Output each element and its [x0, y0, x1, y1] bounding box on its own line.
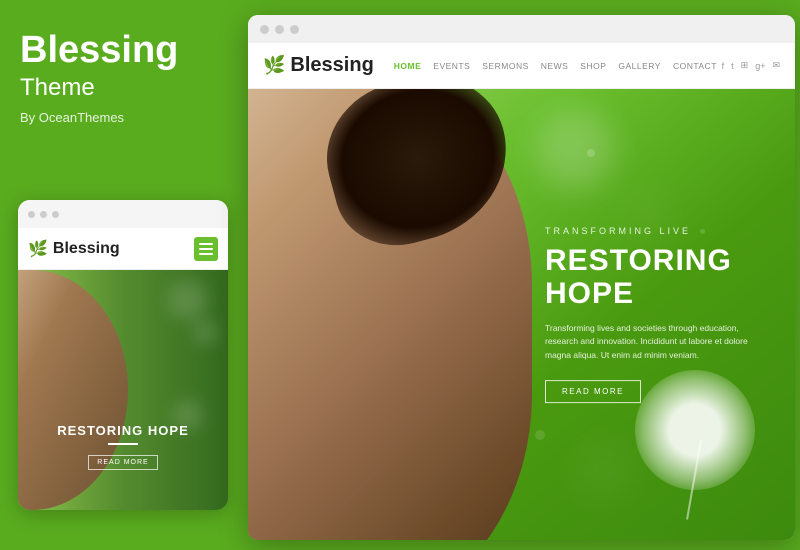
mobile-leaf-icon: 🌿 — [28, 239, 48, 259]
googleplus-icon[interactable]: g+ — [755, 61, 765, 71]
menu-line-3 — [199, 253, 213, 255]
bokeh-sm-3 — [535, 430, 545, 440]
nav-events[interactable]: EVENTS — [433, 61, 470, 71]
desktop-nav-links: HOME EVENTS SERMONS NEWS SHOP GALLERY CO… — [394, 61, 722, 71]
rss-icon[interactable]: ⊞ — [741, 60, 749, 71]
hero-description: Transforming lives and societies through… — [545, 322, 765, 363]
mobile-mockup: 🌿 Blessing RESTORING HOPE READ MORE — [18, 200, 228, 510]
email-icon[interactable]: ✉ — [772, 60, 780, 71]
menu-line-2 — [199, 248, 213, 250]
mobile-dot-3 — [52, 211, 59, 218]
desktop-mockup: 🌿 Blessing HOME EVENTS SERMONS NEWS SHOP… — [248, 15, 795, 540]
mobile-cta-button[interactable]: READ MORE — [88, 455, 157, 470]
nav-contact[interactable]: CONTACT — [673, 61, 717, 71]
desktop-logo-text: Blessing — [290, 54, 373, 77]
mobile-hero-title: RESTORING HOPE — [18, 423, 228, 438]
desktop-dot-1 — [260, 25, 269, 34]
twitter-icon[interactable]: t — [731, 61, 734, 71]
hero-tag: TRANSFORMING LIVE — [545, 226, 765, 236]
mobile-title-bar — [18, 200, 228, 228]
nav-news[interactable]: NEWS — [541, 61, 569, 71]
desktop-dot-2 — [275, 25, 284, 34]
mobile-dot-1 — [28, 211, 35, 218]
dandelion — [625, 430, 765, 540]
mobile-logo: 🌿 Blessing — [28, 239, 120, 259]
nav-sermons[interactable]: SERMONS — [482, 61, 528, 71]
mobile-hero: RESTORING HOPE READ MORE — [18, 270, 228, 510]
mobile-divider — [108, 443, 138, 445]
desktop-dot-3 — [290, 25, 299, 34]
desktop-hero: TRANSFORMING LIVE RESTORING HOPE Transfo… — [248, 89, 795, 540]
nav-shop[interactable]: SHOP — [580, 61, 606, 71]
desktop-title-bar — [248, 15, 795, 43]
desktop-nav-social: f t ⊞ g+ ✉ — [722, 60, 780, 71]
nav-gallery[interactable]: GALLERY — [618, 61, 661, 71]
bokeh-1 — [168, 280, 208, 320]
hero-cta-button[interactable]: READ MORE — [545, 380, 641, 403]
mobile-logo-text: Blessing — [53, 240, 120, 258]
mobile-dot-2 — [40, 211, 47, 218]
desktop-hero-content: TRANSFORMING LIVE RESTORING HOPE Transfo… — [545, 226, 765, 404]
mobile-header: 🌿 Blessing — [18, 228, 228, 270]
bokeh-sm-1 — [587, 149, 595, 157]
mobile-menu-icon[interactable] — [194, 237, 218, 261]
brand-title: Blessing — [20, 30, 178, 72]
nav-home[interactable]: HOME — [394, 61, 422, 71]
bokeh-2 — [193, 320, 218, 345]
brand-by: By OceanThemes — [20, 110, 124, 125]
hero-title: RESTORING HOPE — [545, 244, 765, 310]
menu-line-1 — [199, 243, 213, 245]
bokeh-lg-1 — [535, 109, 615, 189]
desktop-leaf-icon: 🌿 — [263, 55, 285, 76]
brand-subtitle: Theme — [20, 74, 95, 102]
desktop-nav: 🌿 Blessing HOME EVENTS SERMONS NEWS SHOP… — [248, 43, 795, 89]
mobile-hero-content: RESTORING HOPE READ MORE — [18, 423, 228, 470]
facebook-icon[interactable]: f — [722, 61, 725, 71]
desktop-logo: 🌿 Blessing — [263, 54, 374, 77]
